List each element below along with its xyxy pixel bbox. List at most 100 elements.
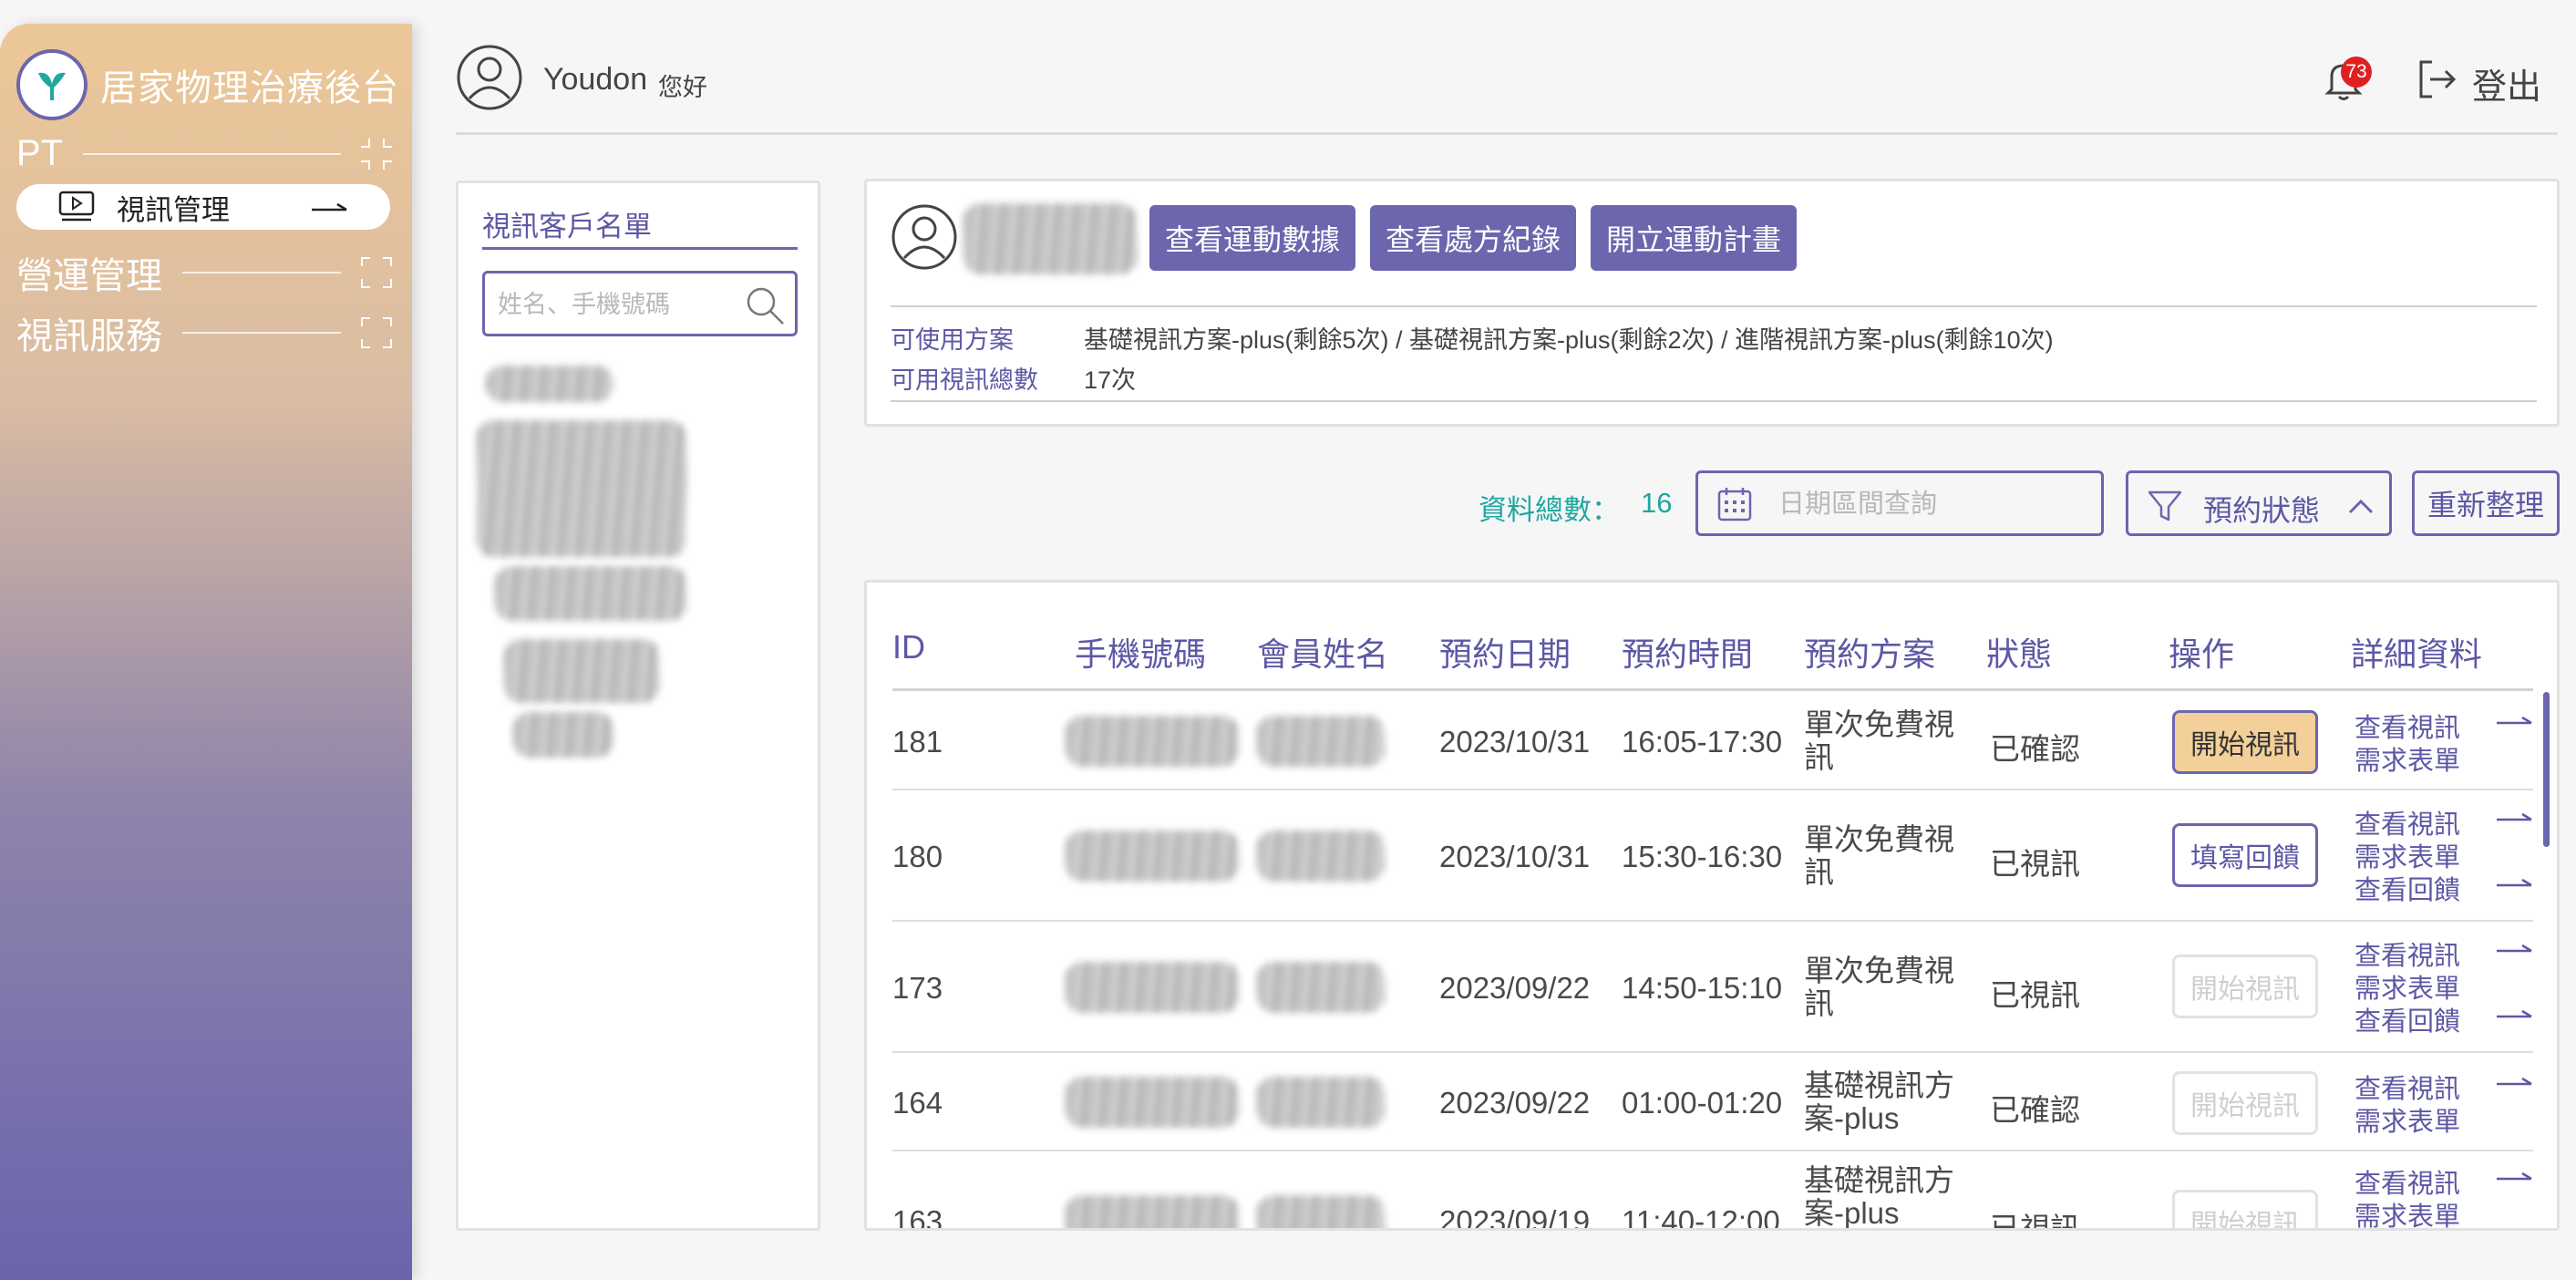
column-header: 預約日期 bbox=[1439, 635, 1571, 673]
calendar-icon[interactable] bbox=[1716, 486, 1753, 522]
table-row: 180 2023/10/31 15:30-16:30 單次免費視訊 已視訊 填寫… bbox=[892, 790, 2533, 922]
divider bbox=[891, 400, 2537, 402]
cell-id: 173 bbox=[892, 971, 943, 1005]
cell-id: 163 bbox=[892, 1204, 943, 1231]
nav-group-pt[interactable]: PT bbox=[16, 133, 392, 174]
cell-status: 已視訊 bbox=[1990, 847, 2080, 881]
cell-status: 已視訊 bbox=[1990, 1212, 2080, 1231]
cell-date: 2023/09/19 bbox=[1439, 1204, 1591, 1231]
create-exercise-plan-button[interactable]: 開立運動計畫 bbox=[1591, 205, 1797, 271]
phone-redacted bbox=[1066, 1077, 1239, 1128]
client-list-panel: 視訊客戶名單 bbox=[456, 181, 820, 1231]
member-name-redacted bbox=[1257, 831, 1385, 882]
arrow-right-icon bbox=[2497, 1172, 2532, 1181]
request-form-link[interactable]: 需求表單 bbox=[2354, 739, 2460, 778]
record-count-label: 資料總數： bbox=[1479, 494, 1620, 526]
total-sessions-value: 17次 bbox=[1084, 366, 1137, 394]
refresh-button[interactable]: 重新整理 bbox=[2412, 470, 2560, 536]
view-feedback-link[interactable]: 查看回饋 bbox=[2354, 1000, 2532, 1038]
cell-id: 180 bbox=[892, 840, 943, 873]
nav-group-label: PT bbox=[16, 133, 64, 173]
record-count-value: 16 bbox=[1641, 487, 1673, 519]
arrow-right-icon bbox=[2497, 944, 2532, 953]
search-icon[interactable] bbox=[744, 284, 786, 326]
cell-time: 16:05-17:30 bbox=[1622, 725, 1783, 759]
divider bbox=[182, 272, 341, 274]
cell-date: 2023/10/31 bbox=[1439, 725, 1591, 759]
brand-title: 居家物理治療後台 bbox=[100, 68, 399, 108]
arrow-right-icon bbox=[312, 202, 347, 212]
start-video-button[interactable]: 開始視訊 bbox=[2172, 710, 2318, 774]
cell-plan: 單次免費視訊 bbox=[1804, 954, 1954, 1020]
plan-value: 基礎視訊方案-plus(剩餘5次) / 基礎視訊方案-plus(剩餘2次) / … bbox=[1084, 326, 2054, 354]
cell-date: 2023/10/31 bbox=[1439, 840, 1591, 873]
logout-icon[interactable] bbox=[2416, 58, 2458, 100]
client-search-input[interactable] bbox=[498, 286, 744, 323]
sidebar-item-label: 視訊管理 bbox=[117, 193, 230, 226]
column-header: 預約時間 bbox=[1622, 635, 1754, 673]
start-video-button-disabled: 開始視訊 bbox=[2172, 1190, 2318, 1228]
column-header: 詳細資料 bbox=[2351, 635, 2483, 673]
table-row: 164 2023/09/22 01:00-01:20 基礎視訊方案-plus 已… bbox=[892, 1053, 2533, 1151]
sidebar: 居家物理治療後台 PT 視訊管理 營運管理 視訊服務 bbox=[0, 24, 412, 1280]
nav-group-label: 營運管理 bbox=[16, 256, 162, 296]
cell-status: 已確認 bbox=[1990, 732, 2080, 766]
column-header: 狀態 bbox=[1986, 635, 2053, 673]
cell-plan: 基礎視訊方案-plus bbox=[1804, 1068, 1954, 1135]
greeting-text: 您好 bbox=[658, 74, 707, 101]
view-prescription-button[interactable]: 查看處方紀錄 bbox=[1370, 205, 1576, 271]
phone-redacted bbox=[1066, 1195, 1239, 1228]
cell-id: 181 bbox=[892, 725, 943, 759]
view-feedback-link[interactable]: 查看回饋 bbox=[2354, 869, 2532, 907]
expand-icon[interactable] bbox=[361, 257, 392, 288]
video-icon bbox=[58, 191, 95, 222]
table-row: 163 2023/09/19 11:40-12:00 基礎視訊方案-plus 已… bbox=[892, 1151, 2533, 1231]
view-exercise-data-button[interactable]: 查看運動數據 bbox=[1149, 205, 1355, 271]
cell-time: 14:50-15:10 bbox=[1622, 971, 1783, 1005]
request-form-link[interactable]: 需求表單 bbox=[2354, 1100, 2460, 1139]
client-list-items-redacted[interactable] bbox=[477, 366, 723, 758]
brand[interactable]: 居家物理治療後台 bbox=[16, 49, 399, 120]
divider bbox=[182, 332, 341, 334]
client-list-title: 視訊客戶名單 bbox=[482, 211, 652, 243]
brand-logo-icon bbox=[16, 49, 88, 120]
arrow-right-icon bbox=[2497, 1077, 2532, 1086]
arrow-right-icon bbox=[2497, 878, 2532, 887]
cell-time: 11:40-12:00 bbox=[1622, 1204, 1780, 1231]
collapse-icon[interactable] bbox=[361, 138, 392, 170]
nav-group-video-service[interactable]: 視訊服務 bbox=[16, 306, 392, 359]
column-header: 手機號碼 bbox=[1075, 635, 1207, 673]
cell-plan: 單次免費視訊 bbox=[1804, 707, 1954, 774]
plan-label: 可使用方案 bbox=[891, 326, 1014, 354]
notification-badge: 73 bbox=[2341, 57, 2372, 88]
chevron-up-icon bbox=[2348, 499, 2374, 514]
member-name-redacted bbox=[1257, 962, 1385, 1013]
phone-redacted bbox=[1066, 962, 1239, 1013]
date-range-input[interactable] bbox=[1778, 488, 2079, 521]
fill-feedback-button[interactable]: 填寫回饋 bbox=[2172, 823, 2318, 887]
phone-redacted bbox=[1066, 831, 1239, 882]
sidebar-item-video-management[interactable]: 視訊管理 bbox=[16, 184, 390, 230]
client-search-box bbox=[482, 271, 798, 336]
start-video-button-disabled: 開始視訊 bbox=[2172, 1071, 2318, 1135]
cell-id: 164 bbox=[892, 1086, 943, 1120]
cell-plan: 單次免費視訊 bbox=[1804, 822, 1954, 889]
table-scrollbar[interactable] bbox=[2543, 692, 2550, 847]
logout-button[interactable]: 登出 bbox=[2472, 58, 2541, 108]
cell-plan: 基礎視訊方案-plus bbox=[1804, 1163, 1954, 1230]
member-avatar-icon bbox=[891, 204, 957, 270]
request-form-link[interactable]: 需求表單 bbox=[2354, 1195, 2460, 1228]
cell-status: 已確認 bbox=[1990, 1093, 2080, 1127]
user-avatar-icon[interactable] bbox=[456, 44, 523, 111]
appointments-table: ID 手機號碼 會員姓名 預約日期 預約時間 預約方案 狀態 操作 詳細資料 1… bbox=[864, 580, 2560, 1231]
status-filter-dropdown[interactable]: 預約狀態 bbox=[2126, 470, 2392, 536]
table-row: 181 2023/10/31 16:05-17:30 單次免費視訊 已確認 開始… bbox=[892, 692, 2533, 790]
cell-date: 2023/09/22 bbox=[1439, 1086, 1591, 1120]
app-root: 居家物理治療後台 PT 視訊管理 營運管理 視訊服務 Youdon 您好 73 … bbox=[0, 0, 2576, 1280]
nav-group-operations[interactable]: 營運管理 bbox=[16, 246, 392, 299]
status-filter-label: 預約狀態 bbox=[2203, 494, 2321, 527]
start-video-button-disabled: 開始視訊 bbox=[2172, 955, 2318, 1018]
arrow-right-icon bbox=[2497, 1009, 2532, 1018]
expand-icon[interactable] bbox=[361, 317, 392, 348]
cell-date: 2023/09/22 bbox=[1439, 971, 1591, 1005]
